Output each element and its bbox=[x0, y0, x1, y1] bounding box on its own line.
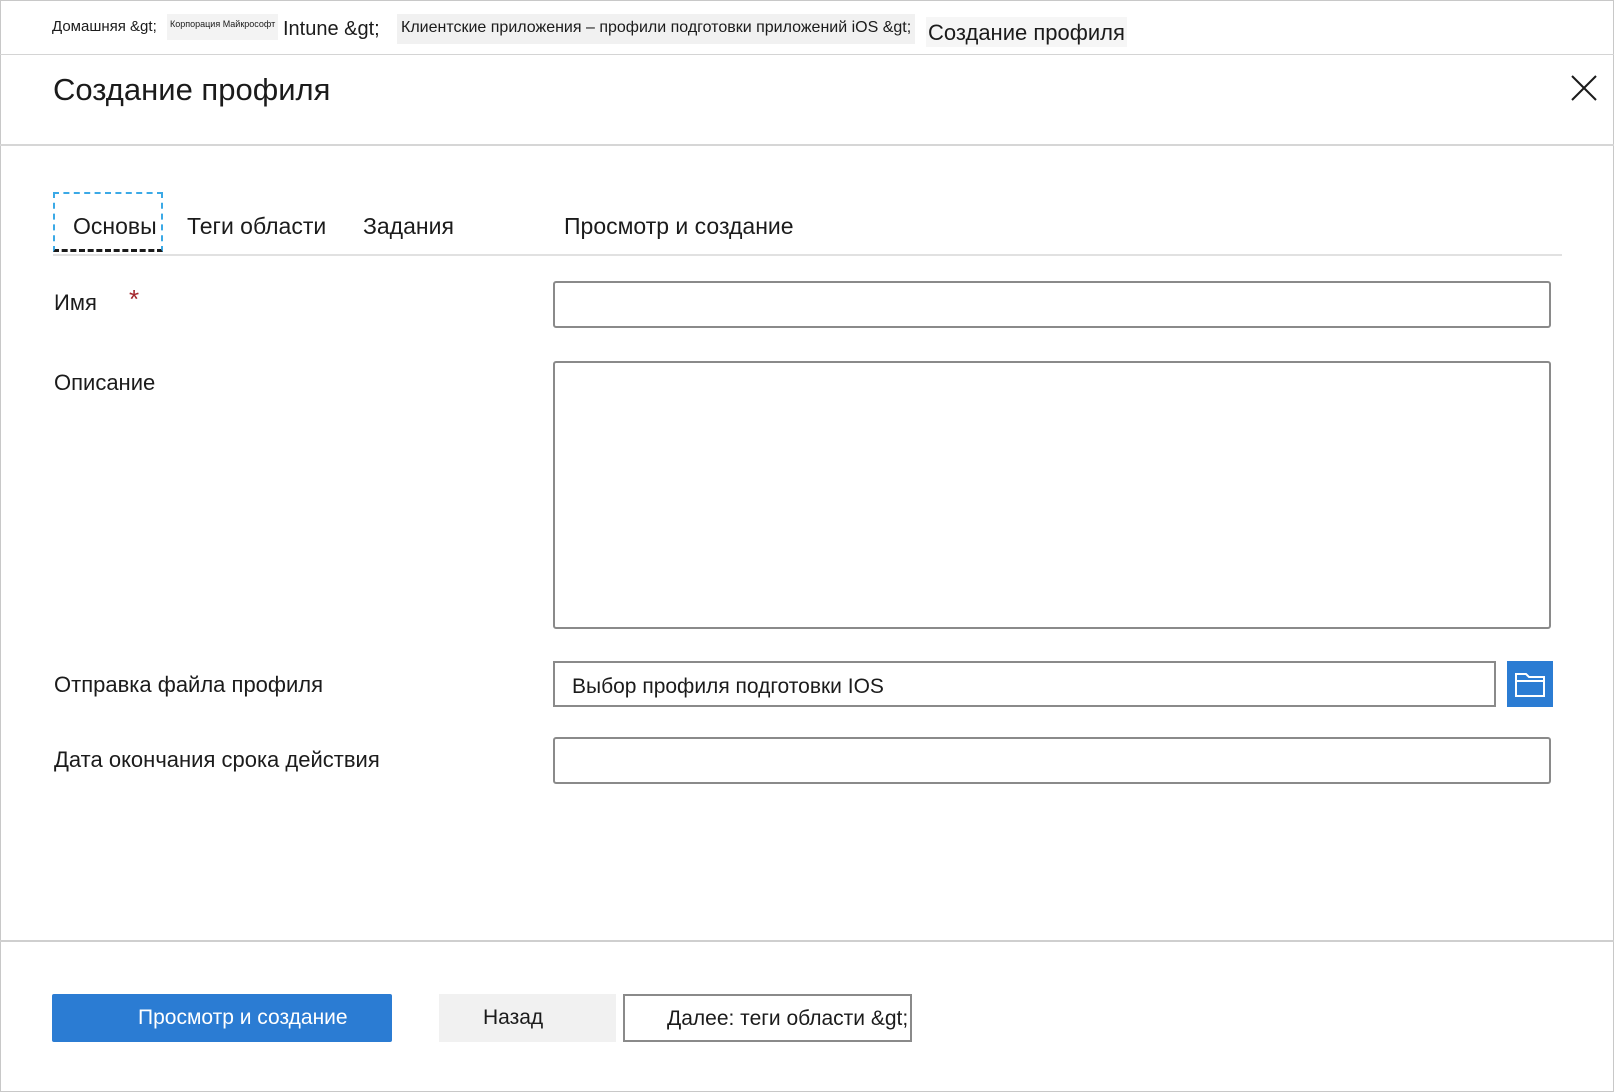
back-button[interactable]: Назад bbox=[439, 994, 616, 1042]
breadcrumb-intune[interactable]: Intune &gt; bbox=[283, 18, 380, 41]
folder-icon bbox=[1515, 673, 1545, 697]
breadcrumb-current: Создание профиля bbox=[926, 17, 1127, 47]
review-create-button[interactable]: Просмотр и создание bbox=[52, 994, 392, 1042]
breadcrumb-corp[interactable]: Корпорация Майкрософт bbox=[167, 14, 279, 40]
breadcrumb-client-apps[interactable]: Клиентские приложения – профили подготов… bbox=[397, 14, 916, 44]
profile-file-picker[interactable]: Выбор профиля подготовки IOS bbox=[553, 661, 1496, 707]
tab-basics[interactable]: Основы bbox=[53, 192, 163, 252]
tab-assignments[interactable]: Задания bbox=[363, 213, 454, 240]
breadcrumb: Домашняя &gt; Корпорация Майкрософт Intu… bbox=[0, 0, 1614, 55]
footer-divider bbox=[0, 940, 1614, 942]
header-divider bbox=[0, 144, 1614, 146]
description-label: Описание bbox=[54, 370, 156, 395]
breadcrumb-home[interactable]: Домашняя &gt; bbox=[52, 18, 157, 35]
tab-scope-tags[interactable]: Теги области bbox=[187, 213, 326, 240]
upload-label: Отправка файла профиля bbox=[54, 672, 324, 697]
description-textarea[interactable] bbox=[553, 361, 1551, 629]
next-button[interactable]: Далее: теги области &gt; bbox=[623, 994, 912, 1042]
expiry-label: Дата окончания срока действия bbox=[54, 747, 380, 772]
tab-bar: Основы Теги области Задания Просмотр и с… bbox=[53, 192, 1562, 256]
expiry-date-input[interactable] bbox=[553, 737, 1551, 784]
required-marker: * bbox=[129, 284, 140, 314]
browse-button[interactable] bbox=[1507, 661, 1553, 707]
close-button[interactable] bbox=[1568, 72, 1600, 104]
name-label: Имя bbox=[54, 290, 97, 315]
name-input[interactable] bbox=[553, 281, 1551, 328]
page-title: Создание профиля bbox=[53, 72, 331, 107]
close-icon bbox=[1571, 75, 1597, 101]
tab-review-create[interactable]: Просмотр и создание bbox=[564, 213, 794, 240]
